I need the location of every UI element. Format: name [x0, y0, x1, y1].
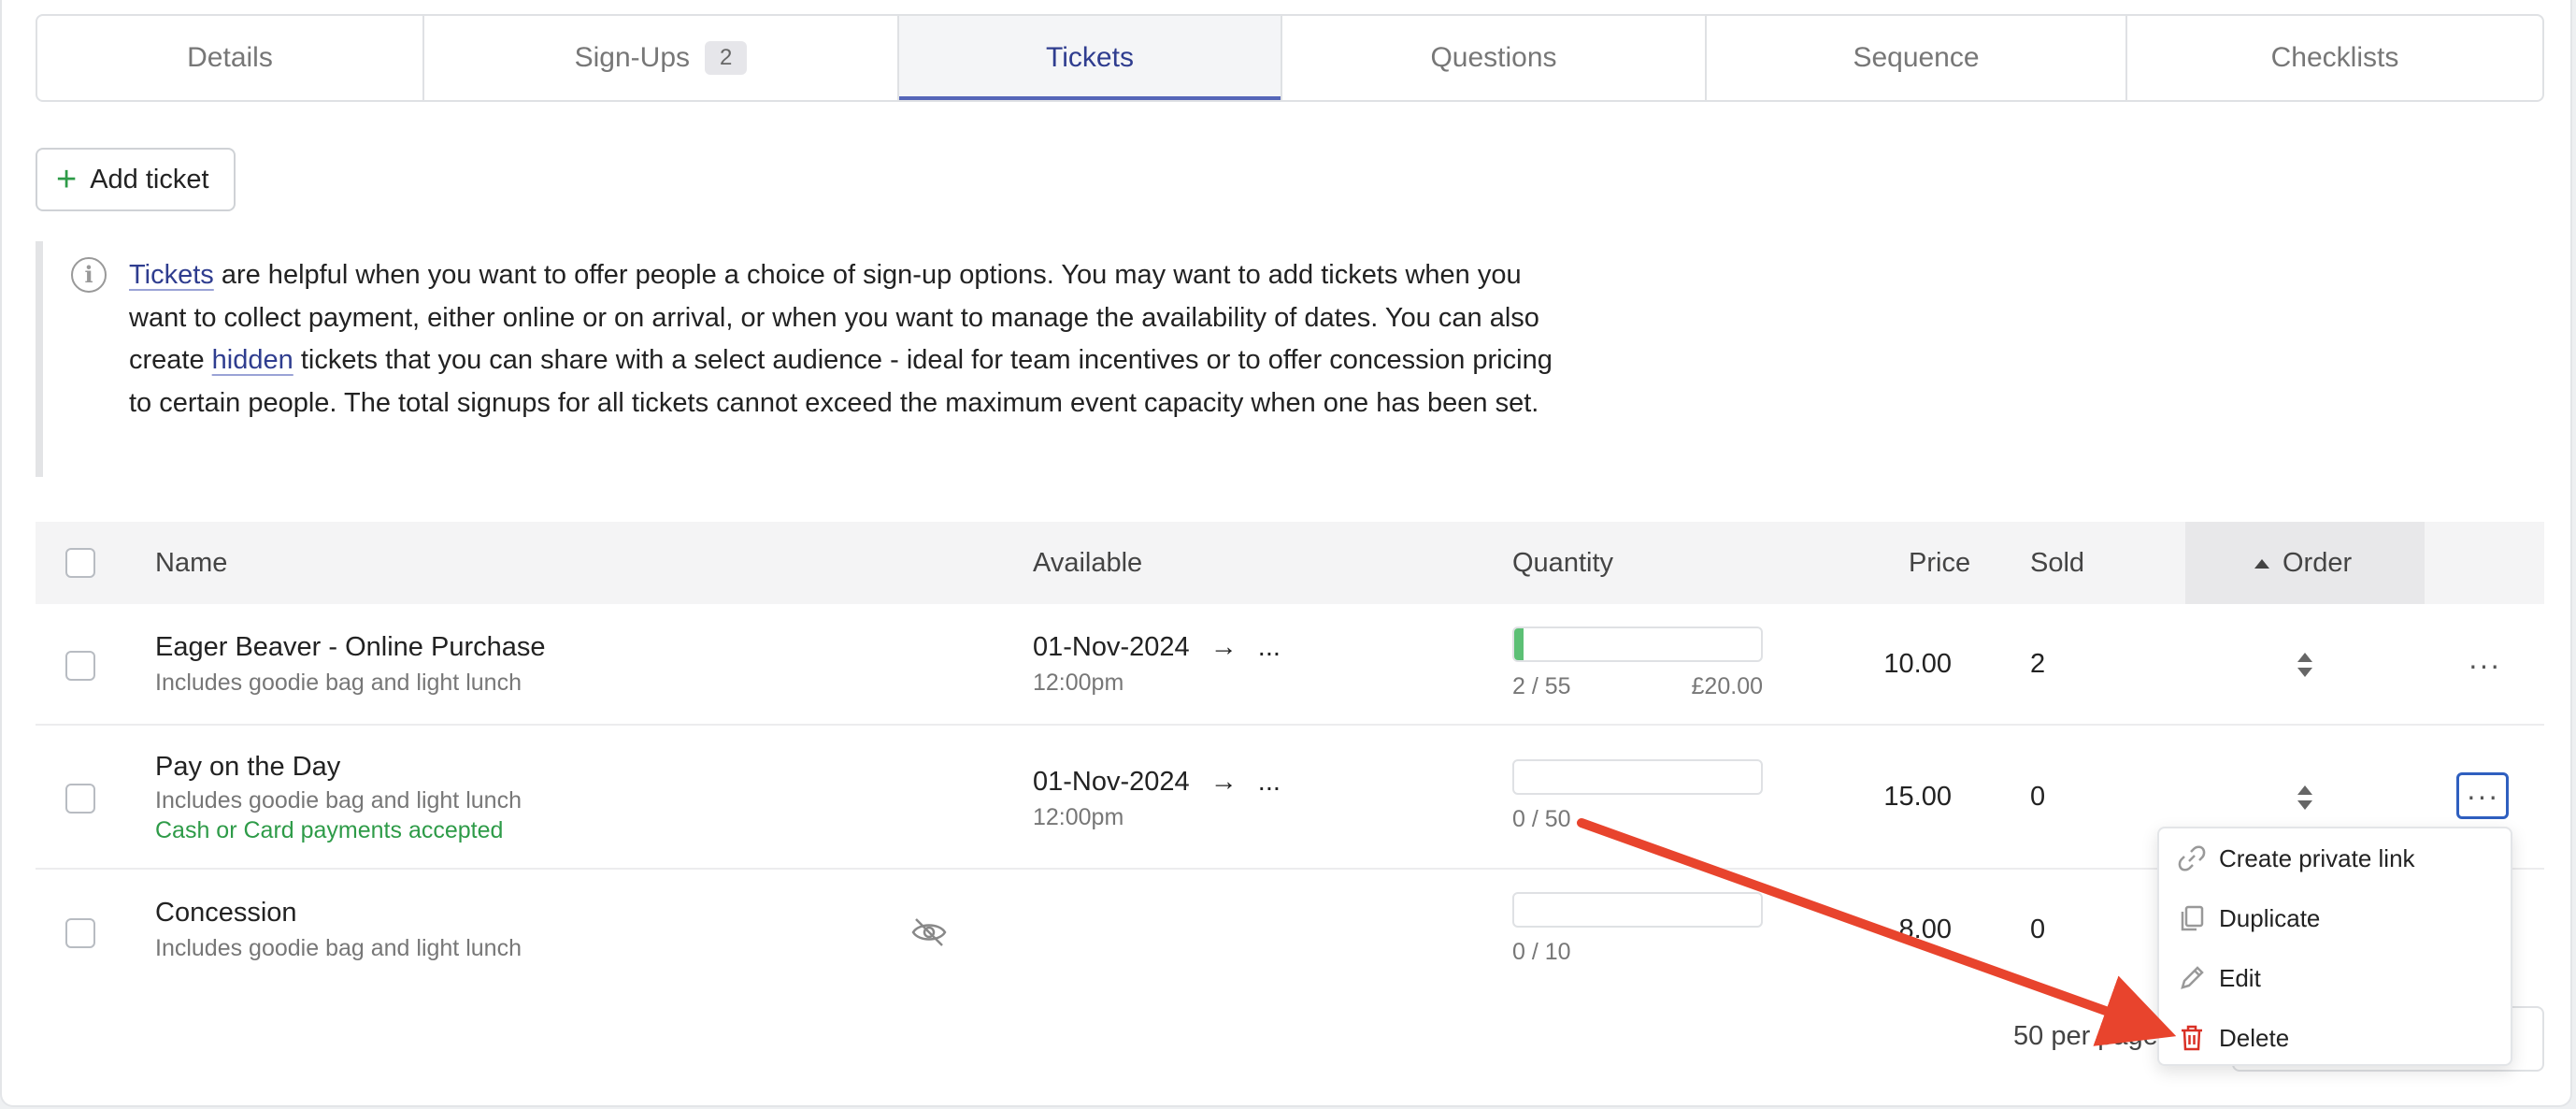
- quantity-bar: [1512, 759, 1763, 795]
- plus-icon: +: [56, 160, 78, 199]
- row-checkbox[interactable]: [65, 651, 95, 681]
- menu-item-label: Edit: [2219, 963, 2261, 992]
- reorder-handle-icon[interactable]: [2296, 651, 2314, 679]
- ticket-sold: 0: [2030, 782, 2046, 812]
- menu-item-duplicate[interactable]: Duplicate: [2159, 888, 2511, 948]
- header-order[interactable]: Order: [2254, 522, 2352, 604]
- ticket-sold: 0: [2030, 915, 2046, 944]
- table-header: Name Available Quantity Price Sold Order: [36, 522, 2544, 604]
- row-actions-button[interactable]: ···: [2456, 772, 2509, 819]
- quantity-bar: [1512, 627, 1763, 662]
- available-time: 12:00pm: [1033, 804, 1124, 830]
- ticket-note: Cash or Card payments accepted: [155, 817, 504, 843]
- info-callout: i Tickets are helpful when you want to o…: [36, 241, 1568, 477]
- menu-item-create-private-link[interactable]: Create private link: [2159, 828, 2511, 888]
- header-quantity[interactable]: Quantity: [1512, 522, 1613, 604]
- ticket-name: Eager Beaver - Online Purchase: [155, 632, 546, 662]
- quantity-text: 0 / 50: [1512, 806, 1571, 832]
- header-order-label: Order: [2283, 547, 2353, 578]
- ticket-sold: 2: [2030, 649, 2046, 679]
- info-text: tickets that you can share with a select…: [129, 345, 1553, 418]
- tab-label: Sign-Ups: [574, 42, 691, 73]
- available-date: 01-Nov-2024 → ...: [1033, 632, 1281, 663]
- trash-icon: [2176, 1022, 2208, 1054]
- tab-details[interactable]: Details: [37, 16, 424, 100]
- available-time: 12:00pm: [1033, 670, 1124, 696]
- available-date: 01-Nov-2024 → ...: [1033, 767, 1281, 798]
- quantity-text: 0 / 10: [1512, 939, 1571, 965]
- available-start: 01-Nov-2024: [1033, 632, 1190, 662]
- row-checkbox[interactable]: [65, 784, 95, 814]
- tab-sequence[interactable]: Sequence: [1707, 16, 2127, 100]
- sort-up-icon: [2254, 559, 2269, 569]
- available-start: 01-Nov-2024: [1033, 767, 1190, 797]
- ticket-name: Pay on the Day: [155, 752, 341, 782]
- available-end: ...: [1257, 632, 1281, 662]
- quantity-bar-fill: [1514, 628, 1524, 660]
- tab-label: Checklists: [2270, 42, 2399, 73]
- header-available[interactable]: Available: [1033, 522, 1142, 604]
- ticket-description: Includes goodie bag and light lunch: [155, 787, 522, 814]
- ticket-name: Concession: [155, 898, 297, 928]
- header-sold[interactable]: Sold: [2030, 522, 2084, 604]
- menu-item-edit[interactable]: Edit: [2159, 948, 2511, 1008]
- menu-item-delete[interactable]: Delete: [2159, 1008, 2511, 1068]
- duplicate-icon: [2176, 902, 2208, 934]
- tab-label: Tickets: [1046, 42, 1134, 73]
- reorder-handle-icon[interactable]: [2296, 784, 2314, 812]
- header-price[interactable]: Price: [1909, 522, 1970, 604]
- arrow-right-icon: →: [1209, 767, 1238, 797]
- button-label: Add ticket: [90, 164, 209, 194]
- tickets-help-link[interactable]: Tickets: [129, 260, 214, 290]
- tab-checklists[interactable]: Checklists: [2127, 16, 2542, 100]
- tab-label: Details: [187, 42, 273, 73]
- ticket-description: Includes goodie bag and light lunch: [155, 670, 522, 696]
- info-icon: i: [71, 257, 107, 293]
- select-all-checkbox[interactable]: [65, 548, 95, 578]
- tab-tickets[interactable]: Tickets: [899, 16, 1282, 100]
- tab-label: Sequence: [1853, 42, 1980, 73]
- table-row[interactable]: Eager Beaver - Online Purchase Includes …: [36, 604, 2544, 726]
- header-name[interactable]: Name: [155, 522, 227, 604]
- tab-label: Questions: [1430, 42, 1557, 73]
- menu-item-label: Create private link: [2219, 843, 2415, 872]
- ticket-price: 10.00: [1883, 649, 1952, 679]
- menu-item-label: Delete: [2219, 1023, 2290, 1052]
- available-end: ...: [1257, 767, 1281, 797]
- row-actions-button[interactable]: ···: [2458, 641, 2511, 688]
- pencil-icon: [2176, 962, 2208, 994]
- row-checkbox[interactable]: [65, 918, 95, 948]
- count-badge: 2: [705, 41, 748, 75]
- per-page-label[interactable]: 50 per page: [2013, 1021, 2158, 1052]
- arrow-right-icon: →: [1209, 632, 1238, 662]
- tab-bar: Details Sign-Ups 2 Tickets Questions Sequ…: [36, 14, 2544, 102]
- ticket-price: 15.00: [1883, 782, 1952, 812]
- tab-questions[interactable]: Questions: [1282, 16, 1707, 100]
- link-icon: [2176, 843, 2208, 874]
- tab-sign-ups[interactable]: Sign-Ups 2: [424, 16, 899, 100]
- quantity-bar: [1512, 892, 1763, 928]
- hidden-eye-icon: [911, 918, 947, 946]
- ticket-price: 8.00: [1898, 915, 1952, 944]
- add-ticket-button[interactable]: + Add ticket: [36, 148, 236, 211]
- tickets-panel: Details Sign-Ups 2 Tickets Questions Sequ…: [0, 0, 2572, 1107]
- row-actions-menu: Create private link Duplicate Edit Delet…: [2157, 827, 2512, 1066]
- hidden-help-link[interactable]: hidden: [212, 345, 293, 375]
- ticket-description: Includes goodie bag and light lunch: [155, 935, 522, 961]
- menu-item-label: Duplicate: [2219, 903, 2321, 932]
- revenue-text: £20.00: [1691, 673, 1763, 699]
